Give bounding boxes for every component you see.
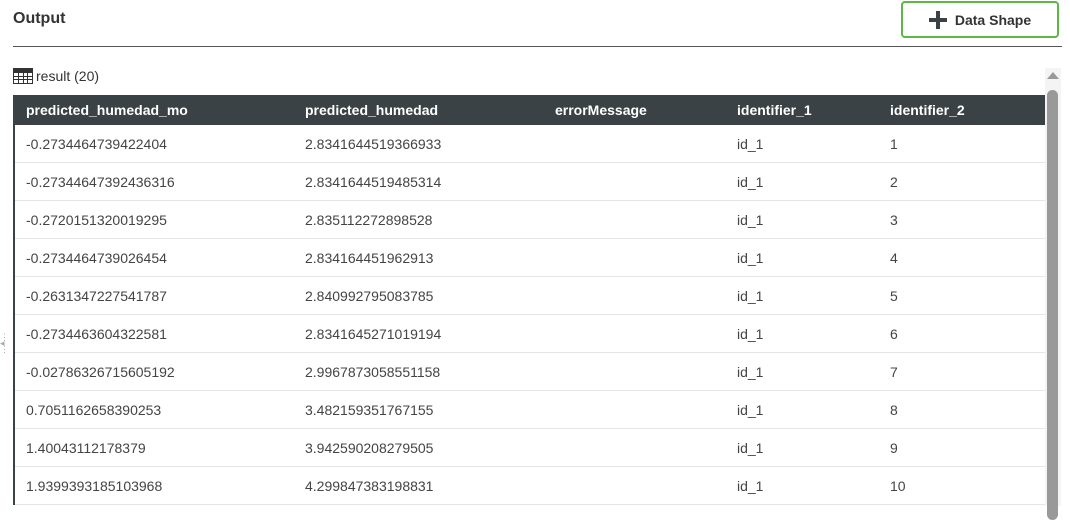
table-row[interactable]: -0.2734463604322581 2.8341645271019194 id_…: [15, 315, 1045, 353]
table-cell: 2.835112272898528: [305, 211, 433, 228]
add-data-shape-label: Data Shape: [954, 11, 1032, 28]
table-row[interactable]: -0.2720151320019295 2.835112272898528 id_1…: [15, 201, 1045, 239]
table-cell: 1: [890, 135, 898, 152]
table-cell: 2.8341644519366933: [305, 135, 442, 152]
table-cell: id_1: [737, 401, 764, 418]
table-row[interactable]: -0.2734464739422404 2.8341644519366933 id_…: [15, 125, 1045, 163]
table-cell: id_1: [737, 211, 764, 228]
table-cell: 2.8341644519485314: [305, 173, 442, 190]
table-cell: 2.8341645271019194: [305, 325, 442, 342]
table-icon: [13, 68, 33, 84]
add-data-shape-button[interactable]: Data Shape: [901, 1, 1059, 38]
table-cell: -0.27344647392436316: [26, 173, 175, 190]
table-cell: 2.9967873058551158: [305, 363, 441, 380]
table-cell: 9: [890, 439, 898, 456]
table-cell: 4: [890, 249, 898, 266]
column-header[interactable]: predicted_humedad_mo: [15, 102, 305, 118]
table-row[interactable]: 1.40043112178379 3.942590208279505 id_1 9: [15, 429, 1045, 467]
table-cell: -0.2734463604322581: [26, 325, 167, 342]
column-header[interactable]: errorMessage: [555, 102, 737, 118]
table-cell: 3.482159351767155: [305, 401, 434, 418]
divider: [13, 46, 1062, 47]
table-cell: 2: [890, 173, 898, 190]
table-cell: 8: [890, 401, 898, 418]
table-row[interactable]: -0.27344647392436316 2.8341644519485314 id…: [15, 163, 1045, 201]
table-cell: -0.2631347227541787: [26, 287, 167, 304]
result-table: predicted_humedad_mo predicted_humedad e…: [13, 95, 1045, 505]
table-cell: 3.942590208279505: [305, 439, 434, 456]
table-cell: id_1: [737, 135, 764, 152]
table-cell: id_1: [737, 287, 764, 304]
scroll-up-arrow-icon[interactable]: [1047, 72, 1059, 79]
table-cell: id_1: [737, 249, 764, 266]
table-cell: id_1: [737, 439, 764, 456]
table-cell: 1.40043112178379: [26, 439, 146, 456]
table-cell: 7: [890, 363, 898, 380]
table-cell: 2.834164451962913: [305, 249, 434, 266]
table-header: predicted_humedad_mo predicted_humedad e…: [15, 95, 1045, 125]
table-cell: 5: [890, 287, 898, 304]
table-row[interactable]: -0.02786326715605192 2.9967873058551158 id…: [15, 353, 1045, 391]
table-cell: 1.9399393185103968: [26, 477, 163, 494]
column-header[interactable]: predicted_humedad: [305, 102, 555, 118]
table-row[interactable]: -0.2631347227541787 2.840992795083785 id_1…: [15, 277, 1045, 315]
table-cell: 10: [890, 477, 906, 494]
plus-icon: [928, 10, 947, 29]
output-title: Output: [13, 10, 66, 27]
result-count: result (20): [36, 68, 100, 84]
column-header[interactable]: identifier_1: [737, 102, 890, 118]
table-cell: 2.840992795083785: [305, 287, 434, 304]
table-cell: 4.299847383198831: [305, 477, 434, 494]
table-row[interactable]: 1.9399393185103968 4.299847383198831 id_1 1…: [15, 467, 1045, 505]
table-row[interactable]: 0.7051162658390253 3.482159351767155 id_1 8: [15, 391, 1045, 429]
table-row[interactable]: -0.2734464739026454 2.834164451962913 id_1…: [15, 239, 1045, 277]
table-cell: 3: [890, 211, 898, 228]
result-label: result (20): [13, 68, 99, 84]
scrollbar[interactable]: [1045, 68, 1061, 520]
table-cell: id_1: [737, 173, 764, 190]
table-cell: id_1: [737, 363, 764, 380]
column-header[interactable]: identifier_2: [890, 102, 1045, 118]
scrollbar-thumb[interactable]: [1047, 90, 1058, 520]
table-cell: -0.2734464739026454: [26, 249, 167, 266]
table-cell: 0.7051162658390253: [26, 401, 162, 418]
table-cell: 6: [890, 325, 898, 342]
table-cell: id_1: [737, 477, 764, 494]
resize-handle[interactable]: ⋮ ◂ ⋮: [0, 333, 9, 384]
table-cell: -0.2720151320019295: [26, 211, 167, 228]
table-cell: -0.2734464739422404: [26, 135, 167, 152]
table-cell: id_1: [737, 325, 764, 342]
table-cell: -0.02786326715605192: [26, 363, 175, 380]
